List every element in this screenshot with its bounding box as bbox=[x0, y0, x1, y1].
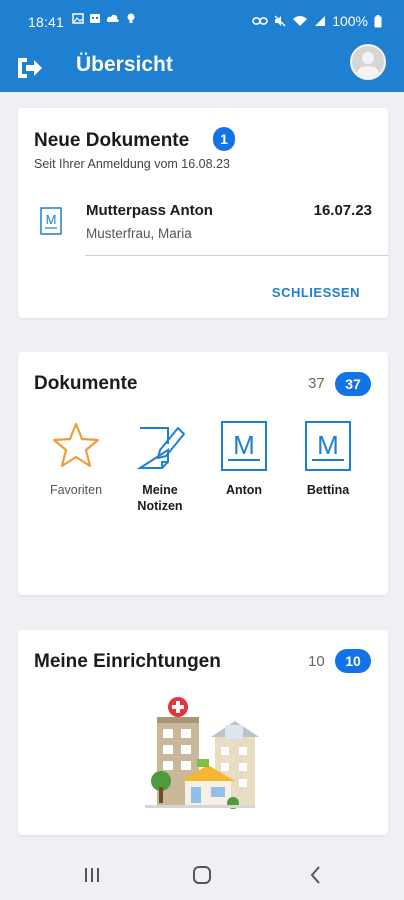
svg-text:M: M bbox=[233, 430, 255, 460]
status-bar: 18:41 100% bbox=[0, 0, 404, 44]
new-documents-badge: 1 bbox=[213, 127, 235, 151]
home-icon[interactable] bbox=[190, 864, 214, 886]
new-document-title: Mutterpass Anton bbox=[86, 202, 213, 219]
tile-meine-notizen[interactable]: Meine Notizen bbox=[120, 420, 200, 514]
link-icon bbox=[252, 17, 268, 25]
svg-text:M: M bbox=[46, 212, 57, 227]
tile-label: Favoriten bbox=[49, 483, 103, 497]
star-icon bbox=[52, 422, 100, 468]
new-document-date: 16.07.23 bbox=[313, 202, 372, 219]
institutions-count: 10 bbox=[308, 653, 325, 670]
back-icon[interactable] bbox=[304, 864, 328, 886]
new-documents-subtitle: Seit Ihrer Anmeldung vom 16.08.23 bbox=[34, 157, 230, 171]
institutions-card[interactable]: Meine Einrichtungen 10 10 bbox=[18, 630, 388, 835]
battery-icon bbox=[374, 14, 382, 27]
documents-title: Dokumente bbox=[34, 373, 138, 394]
cloud-icon bbox=[106, 14, 119, 22]
institutions-title: Meine Einrichtungen bbox=[34, 651, 221, 672]
user-avatar-icon bbox=[356, 52, 380, 78]
app-bar: Übersicht bbox=[0, 44, 404, 92]
tile-favoriten[interactable]: Favoriten bbox=[36, 420, 116, 498]
status-left-icons bbox=[72, 12, 137, 24]
notes-icon bbox=[136, 427, 185, 469]
wifi-icon bbox=[293, 16, 308, 26]
svg-text:M: M bbox=[317, 430, 339, 460]
tile-bettina[interactable]: M Bettina bbox=[288, 420, 368, 498]
institutions-badge: 10 bbox=[335, 649, 371, 673]
status-time: 18:41 bbox=[28, 14, 65, 30]
navigation-bar bbox=[0, 848, 404, 900]
documents-card: Dokumente 37 37 Favoriten Meine Notizen … bbox=[18, 352, 388, 595]
mutterpass-icon: M bbox=[305, 421, 351, 471]
recent-apps-icon[interactable] bbox=[80, 864, 104, 886]
close-button[interactable]: SCHLIESSEN bbox=[272, 285, 360, 300]
photo-icon bbox=[72, 13, 84, 24]
logout-icon bbox=[18, 58, 42, 78]
page-title: Übersicht bbox=[76, 53, 173, 76]
tile-label: Anton bbox=[225, 483, 263, 497]
bulb-icon bbox=[127, 13, 135, 23]
new-documents-title: Neue Dokumente bbox=[34, 130, 190, 151]
avatar[interactable] bbox=[350, 44, 386, 80]
documents-count: 37 bbox=[308, 375, 325, 392]
new-document-author: Musterfrau, Maria bbox=[86, 226, 192, 241]
calendar-icon bbox=[90, 14, 100, 23]
documents-badge: 37 bbox=[335, 372, 371, 396]
battery-percent: 100% bbox=[332, 13, 368, 29]
mutterpass-icon: M bbox=[40, 207, 62, 235]
hospital-buildings-illustration bbox=[145, 697, 259, 809]
logout-button[interactable] bbox=[14, 52, 46, 84]
signal-icon bbox=[315, 16, 326, 26]
mute-icon bbox=[274, 15, 286, 27]
tile-label: Bettina bbox=[306, 483, 350, 497]
tile-label: Meine Notizen bbox=[137, 483, 183, 513]
status-right-icons: 100% bbox=[252, 13, 382, 29]
divider bbox=[85, 255, 388, 256]
new-documents-card: Neue Dokumente 1 Seit Ihrer Anmeldung vo… bbox=[18, 108, 388, 318]
tile-anton[interactable]: M Anton bbox=[204, 420, 284, 498]
mutterpass-icon: M bbox=[221, 421, 267, 471]
